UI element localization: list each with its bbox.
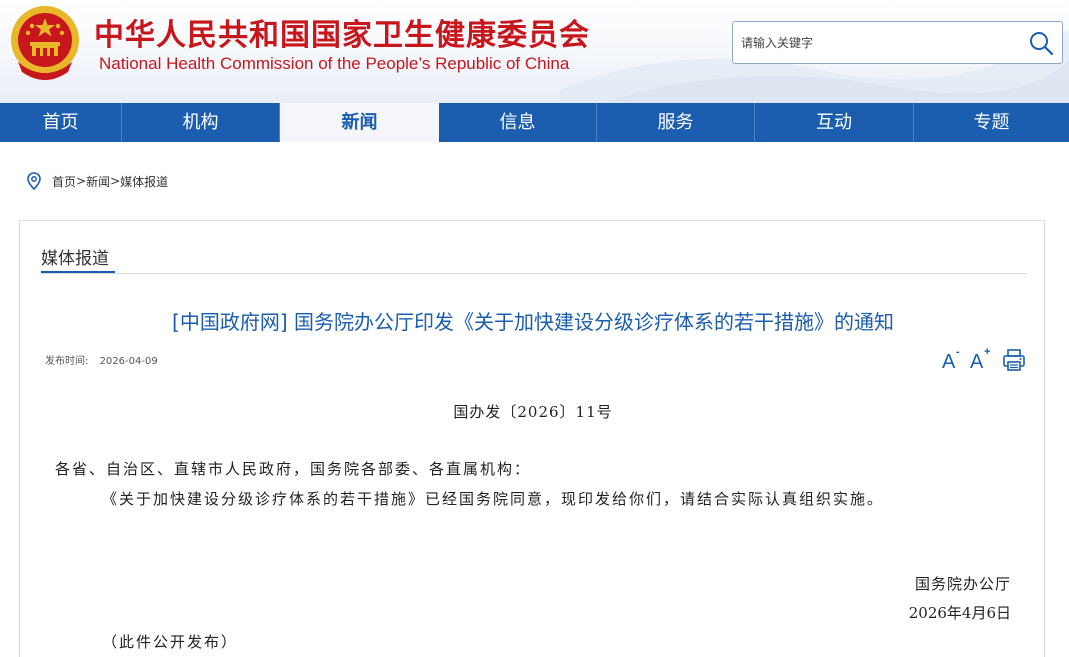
font-increase-letter: A: [970, 351, 984, 373]
site-title-english: National Health Commission of the People…: [99, 54, 570, 73]
document-number: 国办发〔2026〕11号: [453, 403, 613, 421]
nav-item-services[interactable]: 服务: [597, 103, 755, 142]
publish-label: 发布时间:: [45, 356, 89, 367]
font-increase-sign: +: [984, 346, 991, 358]
nav-item-organization[interactable]: 机构: [122, 103, 280, 142]
printer-icon[interactable]: [1002, 348, 1026, 372]
public-release-note: （此件公开发布）: [102, 633, 239, 651]
font-increase-button[interactable]: A +: [970, 346, 991, 374]
font-decrease-letter: A: [942, 351, 956, 373]
article-tools: A - A +: [942, 345, 1026, 375]
nav-item-home[interactable]: 首页: [0, 103, 122, 142]
national-emblem-icon: [11, 6, 79, 80]
breadcrumb-news[interactable]: 新闻: [86, 173, 110, 190]
search-input[interactable]: [733, 22, 1023, 63]
font-decrease-sign: -: [956, 346, 960, 358]
article-title: [中国政府网] 国务院办公厅印发《关于加快建设分级诊疗体系的若干措施》的通知: [172, 310, 894, 334]
nav-item-news[interactable]: 新闻: [280, 103, 439, 142]
breadcrumb-media-reports[interactable]: 媒体报道: [120, 173, 168, 190]
nav-item-topics[interactable]: 专题: [914, 103, 1069, 142]
location-pin-icon: [27, 172, 41, 190]
nav-item-information[interactable]: 信息: [439, 103, 597, 142]
article-card: 媒体报道 [中国政府网] 国务院办公厅印发《关于加快建设分级诊疗体系的若干措施》…: [19, 220, 1045, 657]
article-meta: 发布时间: 2026-04-09: [45, 352, 158, 367]
article-paragraph: 《关于加快建设分级诊疗体系的若干措施》已经国务院同意，现印发给你们，请结合实际认…: [102, 490, 885, 508]
breadcrumb-home[interactable]: 首页: [52, 173, 76, 190]
section-divider: [41, 273, 1027, 274]
main-nav: 首页 机构 新闻 信息 服务 互动 专题: [0, 103, 1069, 142]
nav-item-interaction[interactable]: 互动: [755, 103, 914, 142]
breadcrumb-separator: >: [76, 174, 87, 188]
signature-date: 2026年4月6日: [908, 604, 1011, 622]
site-header: 中华人民共和国国家卫生健康委员会 National Health Commiss…: [0, 0, 1069, 103]
search-icon[interactable]: [1028, 30, 1054, 56]
breadcrumb: 首页 > 新闻 > 媒体报道: [26, 171, 168, 191]
site-title-chinese: 中华人民共和国国家卫生健康委员会: [94, 18, 590, 53]
font-decrease-button[interactable]: A -: [942, 346, 960, 374]
article-addressee: 各省、自治区、直辖市人民政府，国务院各部委、各直属机构：: [55, 460, 532, 478]
search-box: [732, 21, 1063, 64]
signature-organization: 国务院办公厅: [914, 575, 1011, 593]
publish-date: 2026-04-09: [99, 356, 158, 367]
breadcrumb-separator: >: [110, 174, 121, 188]
